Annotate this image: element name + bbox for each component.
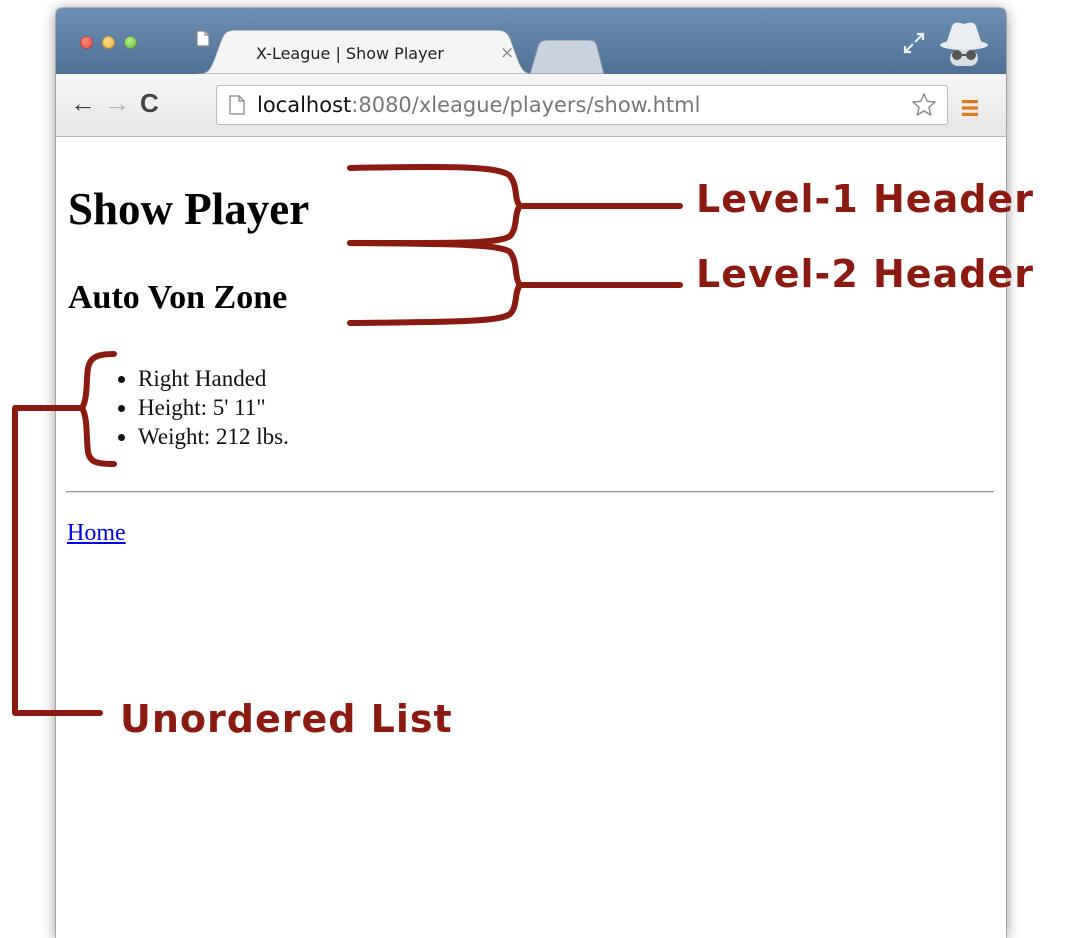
star-icon[interactable] bbox=[911, 92, 937, 118]
url-text: localhost:8080/xleague/players/show.html bbox=[257, 93, 700, 117]
tab-title: X-League | Show Player bbox=[256, 44, 444, 63]
page-title: Show Player bbox=[68, 184, 310, 234]
back-button[interactable]: ← bbox=[70, 90, 96, 116]
level2-header-label: Level-2 Header bbox=[696, 252, 1034, 296]
close-window-button[interactable] bbox=[80, 36, 93, 49]
list-item: Right Handed bbox=[138, 364, 289, 393]
active-tab[interactable]: X-League | Show Player × bbox=[196, 30, 536, 74]
zoom-window-button[interactable] bbox=[124, 36, 137, 49]
horizontal-rule bbox=[66, 491, 994, 493]
player-attributes-list: Right Handed Height: 5' 11" Weight: 212 … bbox=[104, 364, 289, 451]
title-bar: X-League | Show Player × bbox=[56, 8, 1006, 74]
player-name-heading: Auto Von Zone bbox=[68, 279, 288, 316]
page-icon bbox=[196, 30, 210, 47]
menu-icon[interactable] bbox=[960, 99, 980, 117]
list-item: Weight: 212 lbs. bbox=[138, 422, 289, 451]
browser-window: X-League | Show Player × ← → C localhost… bbox=[56, 8, 1006, 938]
new-tab-button[interactable] bbox=[526, 40, 606, 74]
level1-header-label: Level-1 Header bbox=[696, 177, 1034, 221]
reload-button[interactable]: C bbox=[140, 90, 159, 116]
address-bar[interactable]: localhost:8080/xleague/players/show.html bbox=[216, 85, 948, 125]
url-path: :8080/xleague/players/show.html bbox=[351, 93, 701, 117]
toolbar: ← → C localhost:8080/xleague/players/sho… bbox=[56, 74, 1006, 137]
home-link[interactable]: Home bbox=[67, 520, 126, 547]
fullscreen-icon[interactable] bbox=[901, 30, 927, 56]
minimize-window-button[interactable] bbox=[102, 36, 115, 49]
unordered-list-label: Unordered List bbox=[120, 697, 453, 741]
forward-button[interactable]: → bbox=[104, 90, 130, 116]
incognito-icon bbox=[940, 22, 988, 66]
page-icon bbox=[229, 95, 245, 115]
list-item: Height: 5' 11" bbox=[138, 393, 289, 422]
tab-close-icon[interactable]: × bbox=[500, 43, 514, 63]
url-host: localhost bbox=[257, 93, 352, 117]
